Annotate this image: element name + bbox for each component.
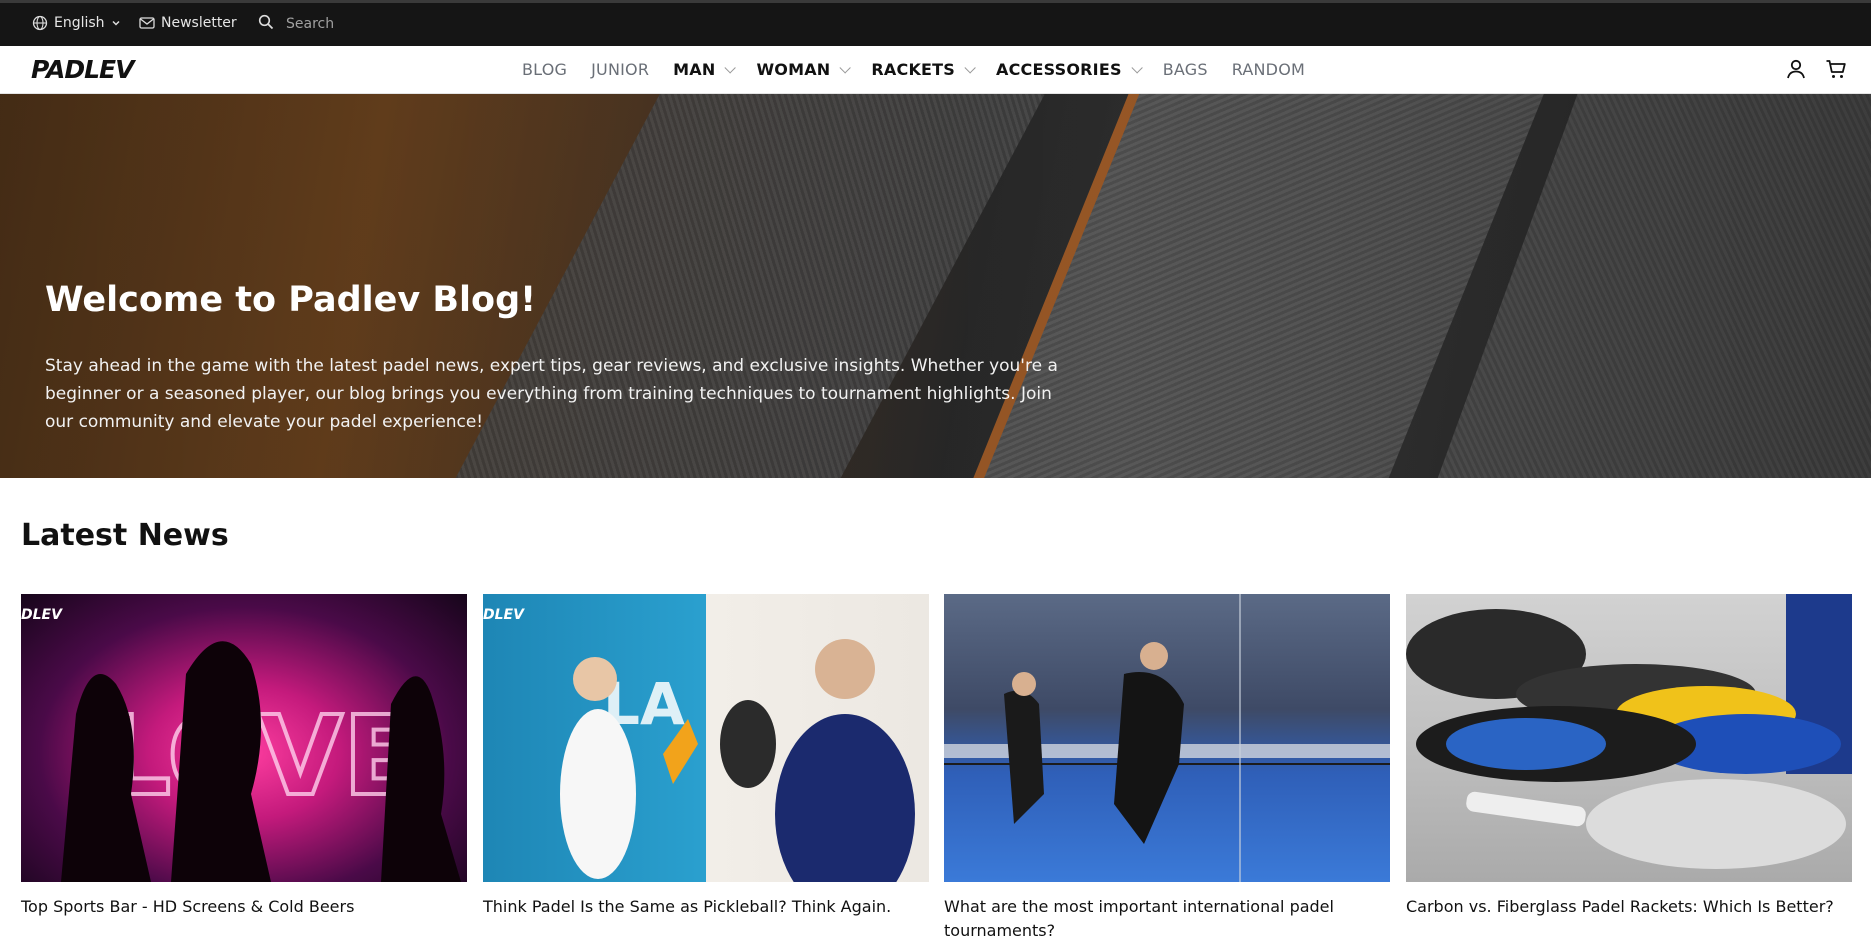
nav-item-bags[interactable]: BAGS — [1163, 60, 1208, 79]
news-card-title[interactable]: Carbon vs. Fiberglass Padel Rackets: Whi… — [1406, 895, 1852, 919]
padlev-logo[interactable]: PADLEV — [31, 55, 134, 84]
news-card-image[interactable] — [944, 594, 1390, 882]
newsletter-label: Newsletter — [161, 15, 237, 31]
chevron-down-icon — [839, 61, 852, 74]
nav-item-junior[interactable]: JUNIOR — [591, 60, 649, 79]
user-account-icon[interactable] — [1785, 58, 1807, 80]
news-card-image[interactable]: DLEV LOVE — [21, 594, 467, 882]
latest-news-heading: Latest News — [21, 518, 229, 553]
chevron-down-icon — [724, 61, 737, 74]
browser-edge-line — [0, 0, 1871, 3]
news-card-image[interactable]: DLEV LA — [483, 594, 929, 882]
nav-item-rackets[interactable]: RACKETS — [871, 60, 976, 79]
news-card[interactable]: What are the most important internationa… — [944, 594, 1390, 943]
news-card[interactable]: DLEV LOVE Top Sports Bar - HD Screens & … — [21, 594, 467, 919]
search-icon[interactable] — [258, 14, 274, 30]
hero-title: Welcome to Padlev Blog! — [45, 280, 537, 320]
cart-icon[interactable] — [1825, 58, 1847, 80]
news-card[interactable]: DLEV LA Think Padel Is the Same as Pickl… — [483, 594, 929, 919]
globe-icon — [32, 15, 48, 31]
news-card-image[interactable] — [1406, 594, 1852, 882]
main-navigation: PADLEV BLOG JUNIOR MAN WOMAN RACKETS ACC… — [0, 46, 1871, 94]
top-utility-bar: English Newsletter — [0, 0, 1871, 46]
nav-item-woman[interactable]: WOMAN — [756, 60, 852, 79]
nav-item-accessories[interactable]: ACCESSORIES — [996, 60, 1143, 79]
newsletter-link[interactable]: Newsletter — [139, 15, 237, 31]
search-input[interactable] — [286, 13, 586, 35]
chevron-down-icon — [112, 20, 120, 26]
news-card[interactable]: Carbon vs. Fiberglass Padel Rackets: Whi… — [1406, 594, 1852, 919]
hero-banner: Welcome to Padlev Blog! Stay ahead in th… — [0, 94, 1871, 478]
language-label: English — [54, 15, 105, 31]
hero-description: Stay ahead in the game with the latest p… — [45, 356, 1058, 432]
chevron-down-icon — [1131, 61, 1143, 74]
news-card-title[interactable]: Think Padel Is the Same as Pickleball? T… — [483, 895, 929, 919]
chevron-down-icon — [964, 61, 976, 74]
news-card-title[interactable]: Top Sports Bar - HD Screens & Cold Beers — [21, 895, 467, 919]
news-card-title[interactable]: What are the most important internationa… — [944, 895, 1390, 943]
nav-item-random[interactable]: RANDOM — [1232, 60, 1305, 79]
nav-item-blog[interactable]: BLOG — [522, 60, 567, 79]
nav-menu: BLOG JUNIOR MAN WOMAN RACKETS ACCESSORIE… — [522, 60, 1329, 79]
nav-actions — [1785, 58, 1847, 80]
nav-item-man[interactable]: MAN — [673, 60, 737, 79]
language-selector[interactable]: English — [32, 15, 121, 31]
mail-icon — [139, 17, 155, 29]
